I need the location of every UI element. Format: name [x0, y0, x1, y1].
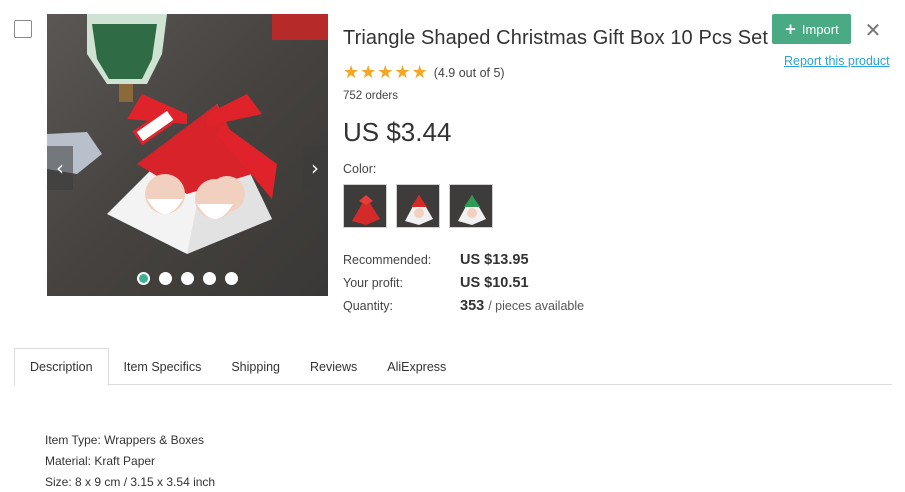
- tab-reviews[interactable]: Reviews: [295, 348, 372, 385]
- star-icon: ★: [377, 62, 394, 83]
- tab-shipping[interactable]: Shipping: [216, 348, 295, 385]
- star-rating: ★ ★ ★ ★ ★: [343, 64, 428, 82]
- description-line: Item Type: Wrappers & Boxes: [45, 433, 204, 447]
- product-rating: ★ ★ ★ ★ ★ (4.9 out of 5): [343, 64, 505, 82]
- quantity-row: Quantity: 353 / pieces available: [343, 298, 584, 321]
- product-tabs: Description Item Specifics Shipping Revi…: [14, 348, 892, 386]
- star-icon: ★: [343, 62, 360, 83]
- star-icon: ★: [394, 62, 411, 83]
- profit-row: Your profit: US $10.51: [343, 275, 584, 298]
- tab-aliexpress[interactable]: AliExpress: [372, 348, 461, 385]
- gallery-prev-button[interactable]: ‹: [47, 146, 73, 190]
- quantity-value: 353: [460, 298, 485, 314]
- gallery-dot[interactable]: [181, 272, 194, 285]
- profit-label: Your profit:: [343, 276, 403, 290]
- recommended-row: Recommended: US $13.95: [343, 252, 584, 275]
- product-select-checkbox[interactable]: [14, 20, 32, 38]
- color-swatches: [343, 184, 493, 228]
- product-price: US $3.44: [343, 117, 452, 147]
- description-line: Size: 8 x 9 cm / 3.15 x 3.54 inch: [45, 475, 216, 489]
- gallery-dot[interactable]: [225, 272, 238, 285]
- product-title: Triangle Shaped Christmas Gift Box 10 Pc…: [343, 27, 769, 49]
- gallery-pagination: [47, 272, 328, 285]
- import-button[interactable]: + Import: [772, 14, 851, 44]
- color-label: Color:: [343, 162, 377, 176]
- color-swatch-green-white[interactable]: [449, 184, 493, 228]
- tab-item-specifics[interactable]: Item Specifics: [109, 348, 217, 385]
- chevron-left-icon: ‹: [56, 156, 64, 180]
- color-swatch-red-white[interactable]: [396, 184, 440, 228]
- close-icon: ✕: [864, 18, 882, 42]
- recommended-label: Recommended:: [343, 253, 432, 267]
- gallery-dot[interactable]: [137, 272, 150, 285]
- pricing-info: Recommended: US $13.95 Your profit: US $…: [343, 252, 584, 321]
- product-image-gallery[interactable]: ‹ ›: [47, 14, 328, 296]
- import-label: Import: [801, 21, 839, 37]
- recommended-value: US $13.95: [460, 252, 529, 268]
- star-icon: ★: [411, 62, 428, 83]
- rating-text: (4.9 out of 5): [433, 66, 505, 80]
- description-line: Material: Kraft Paper: [45, 454, 156, 468]
- gallery-next-button[interactable]: ›: [302, 146, 328, 190]
- close-button[interactable]: ✕: [864, 18, 882, 42]
- orders-count: 752 orders: [343, 90, 398, 102]
- chevron-right-icon: ›: [311, 156, 319, 180]
- gallery-dot[interactable]: [159, 272, 172, 285]
- report-product-link[interactable]: Report this product: [784, 54, 890, 68]
- gallery-dot[interactable]: [203, 272, 216, 285]
- description-content: Item Type: Wrappers & Boxes Material: Kr…: [45, 430, 215, 492]
- quantity-label: Quantity:: [343, 299, 394, 313]
- star-icon: ★: [360, 62, 377, 83]
- plus-icon: +: [784, 20, 797, 38]
- product-photo: [47, 14, 328, 296]
- color-swatch-red[interactable]: [343, 184, 387, 228]
- tab-description[interactable]: Description: [14, 348, 109, 386]
- quantity-unit: / pieces available: [488, 299, 585, 313]
- profit-value: US $10.51: [460, 275, 529, 291]
